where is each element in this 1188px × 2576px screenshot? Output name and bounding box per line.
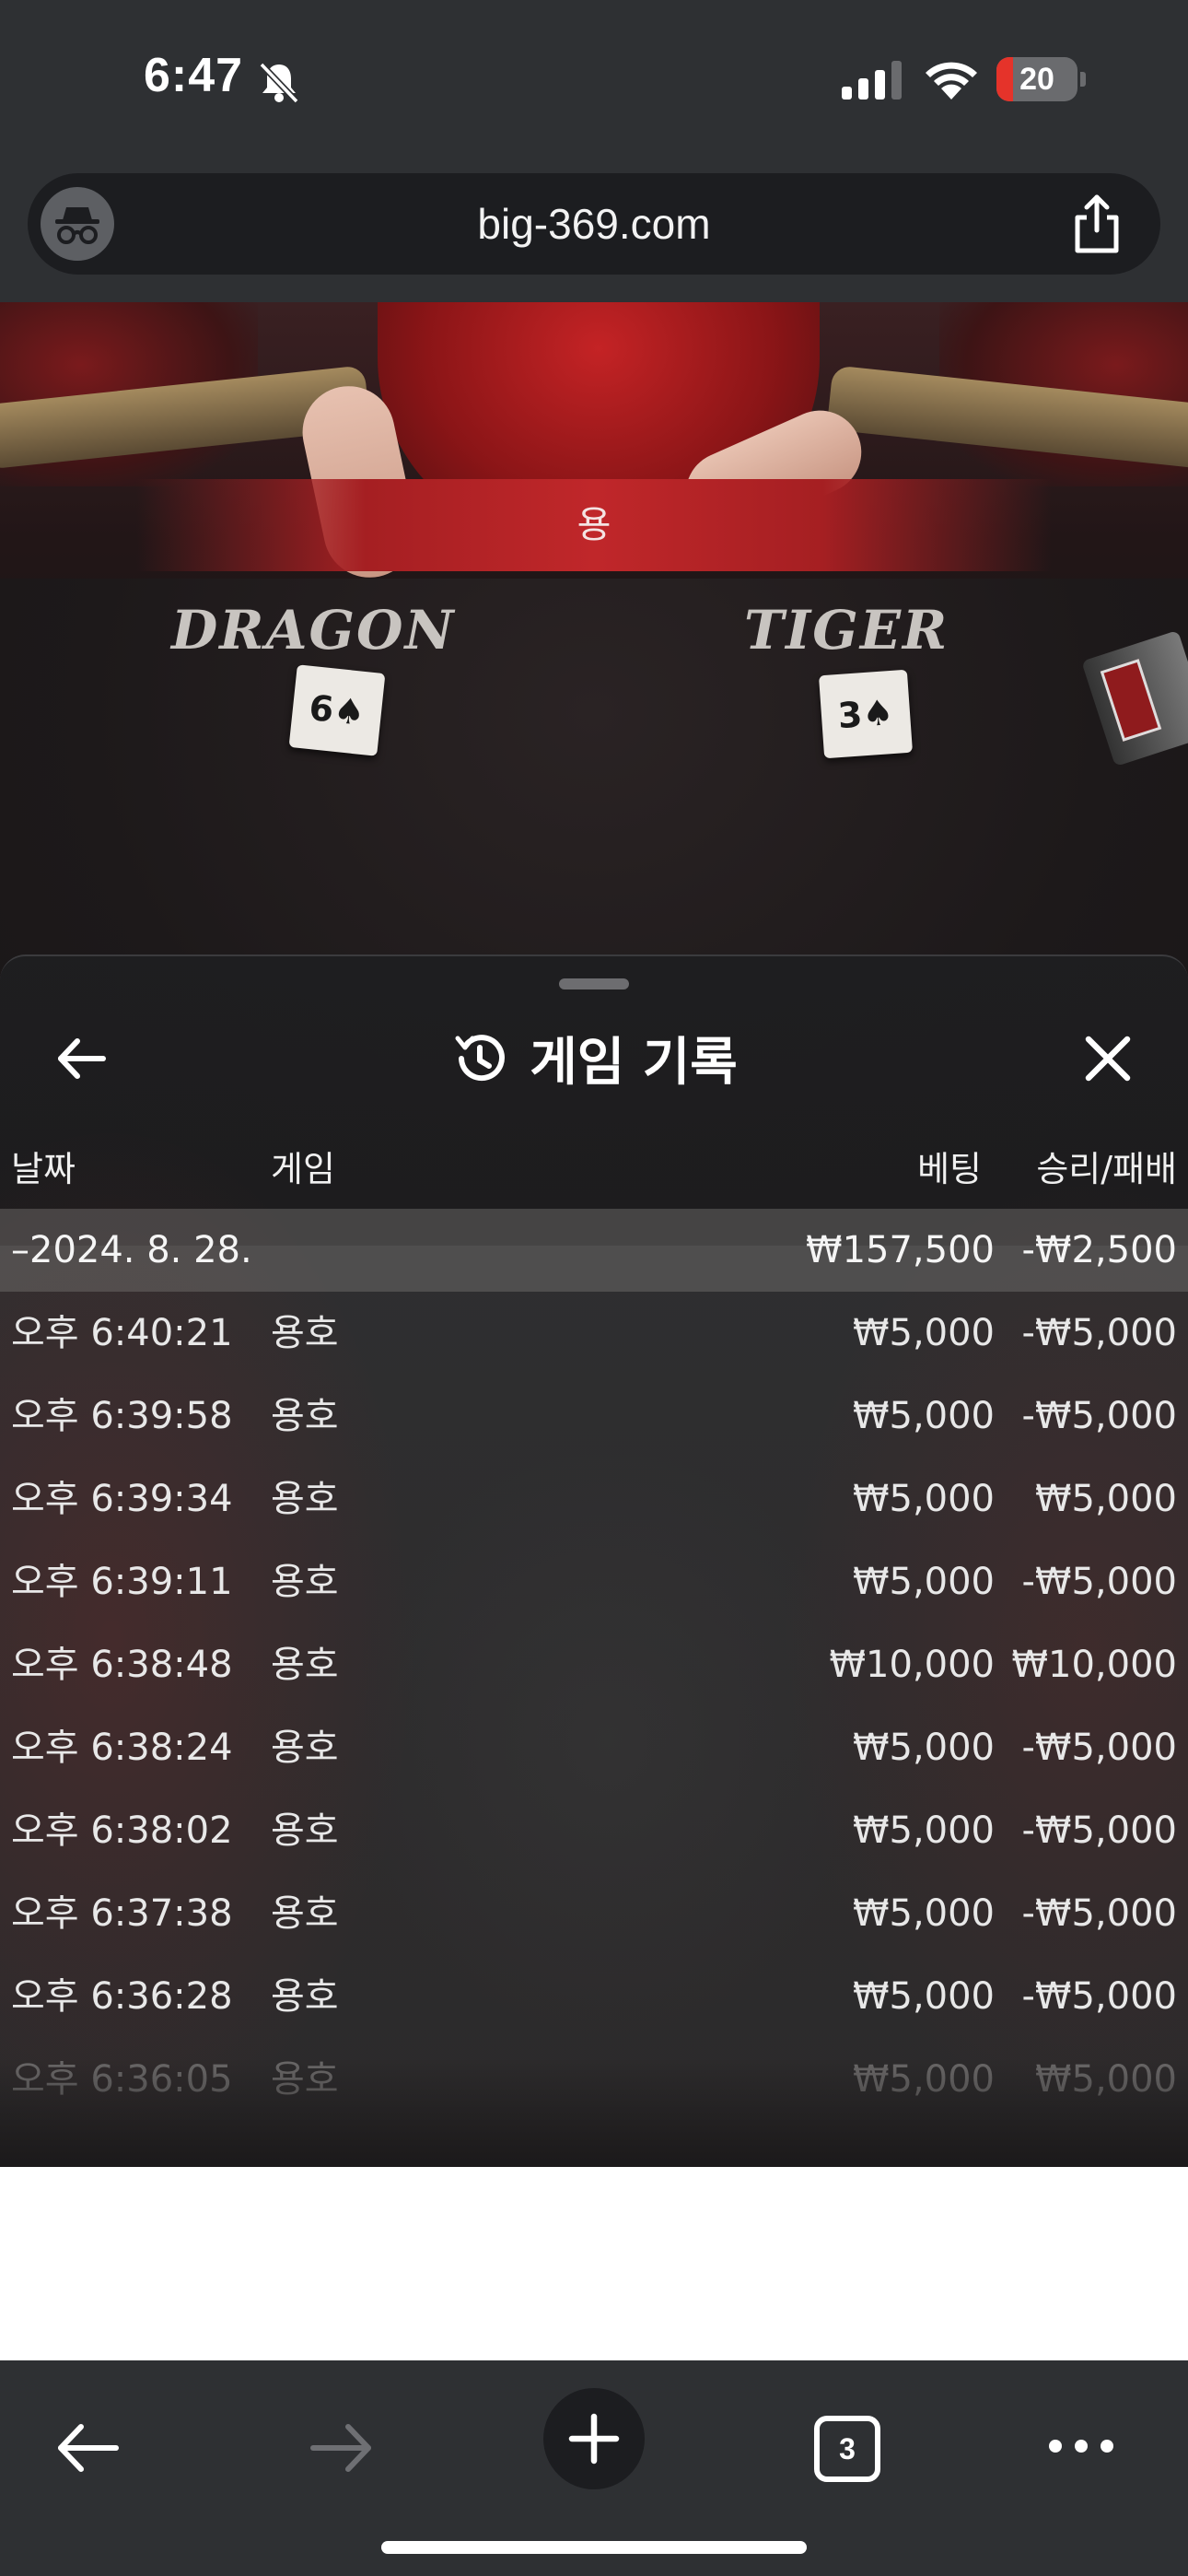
row-bet: ₩5,000 [852, 1561, 995, 1603]
tab-count: 3 [839, 2432, 856, 2465]
row-bet: ₩5,000 [852, 1727, 995, 1769]
row-bet: ₩5,000 [852, 1809, 995, 1852]
column-header-bet: 베팅 [917, 1149, 982, 1189]
row-result: ₩5,000 [1034, 1478, 1177, 1520]
row-game: 용호 [271, 1312, 339, 1354]
row-bet: ₩5,000 [852, 1892, 995, 1935]
browser-back-icon[interactable] [52, 2416, 125, 2480]
history-icon [455, 1034, 506, 1081]
summary-result: -₩2,500 [1021, 1229, 1178, 1271]
row-time: 오후 6:40:21 [11, 1312, 233, 1354]
date-summary-row[interactable]: –2024. 8. 28. ₩157,500 -₩2,500 [0, 1209, 1188, 1292]
tiger-card: 3♠ [818, 669, 914, 759]
browser-address-area: big-369.com [0, 157, 1188, 302]
row-time: 오후 6:39:34 [11, 1478, 233, 1520]
row-game: 용호 [271, 1892, 339, 1935]
share-icon[interactable] [1065, 192, 1129, 256]
table-header: 날짜 게임 베팅 승리/패배 [0, 1137, 1188, 1201]
row-game: 용호 [271, 1644, 339, 1686]
plus-icon [568, 2413, 620, 2465]
panel-title: 게임 기록 [530, 1033, 738, 1093]
row-time: 오후 6:38:48 [11, 1644, 233, 1686]
dragon-card: 6♠ [288, 664, 386, 756]
row-result: -₩5,000 [1021, 1312, 1178, 1354]
row-game: 용호 [271, 1395, 339, 1437]
table-row[interactable]: 오후 6:38:02 용호 ₩5,000 -₩5,000 [0, 1789, 1188, 1872]
row-result: ₩10,000 [1011, 1644, 1177, 1686]
row-time: 오후 6:38:02 [11, 1809, 233, 1852]
row-bet: ₩5,000 [852, 1312, 995, 1354]
row-result: -₩5,000 [1021, 1561, 1178, 1603]
row-result: -₩5,000 [1021, 1975, 1178, 2018]
browser-screen: 6:47 20 big-369.com 용 DRAGON TIGER 6♠ 3♠… [0, 0, 1188, 2576]
round-result-banner: 용 [136, 479, 1052, 571]
table-row[interactable]: 오후 6:38:48 용호 ₩10,000 ₩10,000 [0, 1623, 1188, 1706]
address-bar[interactable]: big-369.com [28, 173, 1160, 275]
more-options-icon[interactable] [1044, 2432, 1118, 2460]
status-bar: 6:47 20 [0, 0, 1188, 157]
history-list: 오후 6:40:21 용호 ₩5,000 -₩5,000 오후 6:39:58 용호 ₩5,… [0, 1292, 1188, 2121]
drag-handle[interactable] [559, 978, 629, 989]
table-row[interactable]: 오후 6:37:38 용호 ₩5,000 -₩5,000 [0, 1872, 1188, 1955]
row-game: 용호 [271, 1727, 339, 1769]
row-bet: ₩5,000 [852, 1975, 995, 2018]
new-tab-button[interactable] [543, 2388, 645, 2489]
column-header-date: 날짜 [11, 1149, 76, 1189]
cellular-signal-icon [842, 61, 902, 100]
panel-header: 게임 기록 [0, 1021, 1188, 1098]
table-row[interactable]: 오후 6:39:11 용호 ₩5,000 -₩5,000 [0, 1540, 1188, 1623]
row-result: -₩5,000 [1021, 1809, 1178, 1852]
row-game: 용호 [271, 1478, 339, 1520]
summary-bet: ₩157,500 [806, 1229, 995, 1271]
row-time: 오후 6:37:38 [11, 1892, 233, 1935]
wifi-icon [926, 62, 977, 100]
battery-indicator: 20 [996, 57, 1086, 101]
row-game: 용호 [271, 1809, 339, 1852]
row-game: 용호 [271, 1975, 339, 2018]
row-bet: ₩5,000 [852, 1395, 995, 1437]
table-row[interactable]: 오후 6:40:21 용호 ₩5,000 -₩5,000 [0, 1292, 1188, 1375]
dragon-label: DRAGON [171, 599, 456, 662]
row-bet: ₩10,000 [829, 1644, 995, 1686]
browser-toolbar: 3 [0, 2360, 1188, 2576]
column-header-result: 승리/패배 [1036, 1149, 1177, 1189]
browser-forward-icon[interactable] [304, 2416, 378, 2480]
row-bet: ₩5,000 [852, 1478, 995, 1520]
tab-switcher-button[interactable]: 3 [814, 2416, 880, 2482]
round-result-text: 용 [577, 504, 611, 546]
incognito-icon[interactable] [41, 187, 114, 261]
table-row[interactable]: 오후 6:36:28 용호 ₩5,000 -₩5,000 [0, 1955, 1188, 2038]
row-time: 오후 6:36:28 [11, 1975, 233, 2018]
page-blank-area [0, 2167, 1188, 2360]
table-row[interactable]: 오후 6:39:34 용호 ₩5,000 ₩5,000 [0, 1458, 1188, 1540]
row-result: -₩5,000 [1021, 1395, 1178, 1437]
row-game: 용호 [271, 1561, 339, 1603]
status-time: 6:47 [144, 49, 244, 102]
row-time: 오후 6:39:11 [11, 1561, 233, 1603]
summary-date: –2024. 8. 28. [11, 1229, 252, 1271]
row-time: 오후 6:39:58 [11, 1395, 233, 1437]
close-icon[interactable] [1076, 1026, 1140, 1091]
table-row[interactable]: 오후 6:38:24 용호 ₩5,000 -₩5,000 [0, 1706, 1188, 1789]
row-result: -₩5,000 [1021, 1892, 1178, 1935]
home-indicator [381, 2541, 807, 2554]
column-header-game: 게임 [271, 1149, 335, 1189]
tiger-label: TIGER [744, 599, 949, 662]
url-text[interactable]: big-369.com [212, 173, 976, 275]
bell-off-icon [259, 62, 299, 104]
game-history-panel: 게임 기록 날짜 게임 베팅 승리/패배 –2024. 8. 28. ₩157,… [0, 954, 1188, 2167]
row-time: 오후 6:38:24 [11, 1727, 233, 1769]
table-row[interactable]: 오후 6:39:58 용호 ₩5,000 -₩5,000 [0, 1375, 1188, 1458]
battery-percent: 20 [1019, 62, 1054, 97]
row-result: -₩5,000 [1021, 1727, 1178, 1769]
